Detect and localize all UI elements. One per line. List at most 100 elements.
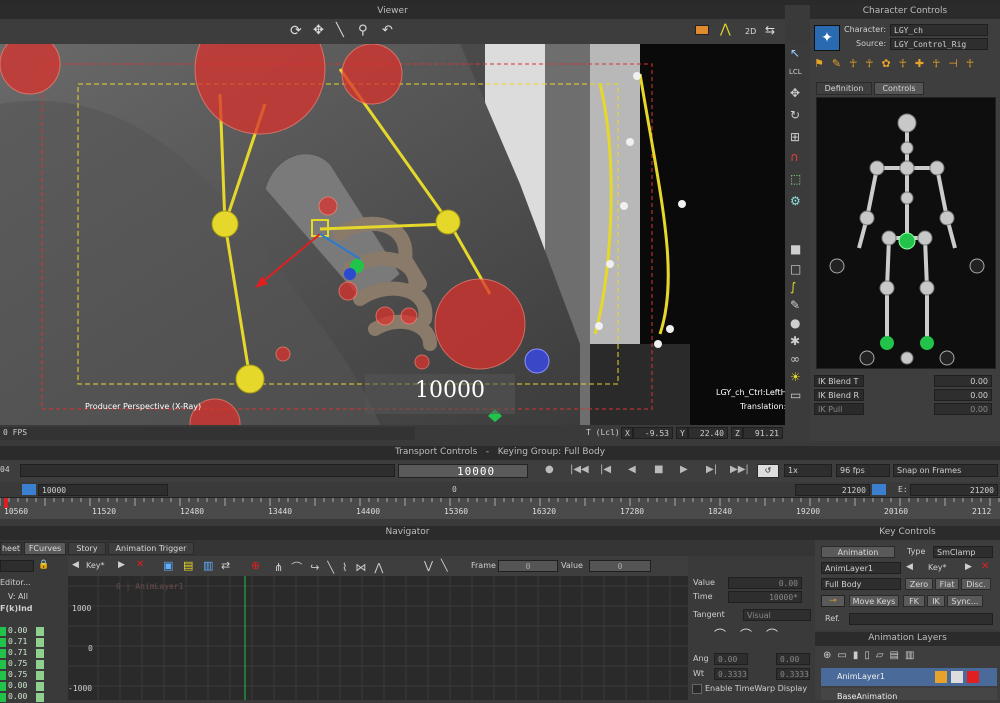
- side-value-row[interactable]: 0.75: [0, 670, 48, 681]
- ik-value[interactable]: 0.00: [934, 375, 992, 387]
- curve-display-icon[interactable]: ⋀: [720, 22, 731, 37]
- tab-sheet[interactable]: heet: [0, 542, 22, 555]
- zoom-icon[interactable]: ⚲: [358, 23, 368, 38]
- fit-view-icon[interactable]: ▣: [163, 559, 173, 572]
- sphere-icon[interactable]: ●: [790, 316, 800, 330]
- tangent-buttons[interactable]: ⌒⌒⌒: [714, 626, 809, 648]
- channel-toggle[interactable]: [36, 660, 44, 669]
- go-end-icon[interactable]: ▶▶|: [730, 464, 749, 475]
- range-end-icon[interactable]: [872, 484, 886, 495]
- frame-icon[interactable]: ▭: [790, 388, 801, 402]
- prop-time-field[interactable]: 10000*: [728, 591, 802, 603]
- range-end-field[interactable]: 21200: [795, 484, 870, 496]
- disc-button[interactable]: Disc.: [961, 578, 991, 590]
- channel-toggle[interactable]: [36, 671, 44, 680]
- frame-all-icon[interactable]: ▤: [183, 559, 193, 572]
- scale-tool-icon[interactable]: ⊞: [790, 130, 800, 144]
- character-figure-area[interactable]: [816, 97, 996, 369]
- brush-icon[interactable]: ✎: [790, 298, 800, 312]
- key-next-icon[interactable]: ▶: [965, 562, 972, 572]
- layer-lock-icon[interactable]: [935, 671, 947, 683]
- next-key-arrow-icon[interactable]: ▶: [118, 560, 125, 570]
- tab-animation-trigger[interactable]: Animation Trigger: [108, 542, 194, 555]
- magnet-icon[interactable]: ∩: [790, 150, 799, 164]
- keyframe-tool-icon[interactable]: ⬚: [790, 172, 801, 186]
- translate-tool-icon[interactable]: ✥: [790, 86, 800, 100]
- fps-select[interactable]: 96 fps: [836, 464, 890, 477]
- channel-toggle[interactable]: [36, 638, 44, 647]
- coord-y-field[interactable]: 22.40: [688, 427, 728, 439]
- next-key-icon[interactable]: ▶|: [706, 464, 717, 475]
- ang-left-field[interactable]: 0.00: [714, 653, 748, 665]
- tab-definition[interactable]: Definition: [816, 82, 872, 95]
- wt-left-field[interactable]: 0.3333: [714, 668, 748, 680]
- star-icon[interactable]: ✱: [790, 334, 800, 348]
- sun-icon[interactable]: ☀: [790, 370, 801, 384]
- side-dropdown[interactable]: [0, 560, 34, 572]
- prop-value-field[interactable]: 0.00: [728, 577, 802, 589]
- snap-icon[interactable]: ⇄: [221, 559, 230, 572]
- fk-button[interactable]: FK: [903, 595, 925, 607]
- orbit-icon[interactable]: ⟳: [290, 23, 302, 39]
- source-select[interactable]: LGY_Control_Rig: [890, 38, 988, 50]
- record-icon[interactable]: ●: [545, 464, 554, 475]
- take-select[interactable]: [20, 464, 395, 477]
- play-back-icon[interactable]: ◀: [628, 464, 636, 475]
- type-select[interactable]: SmClamp: [933, 546, 993, 558]
- timewarp-checkbox[interactable]: [692, 684, 702, 694]
- tab-fcurves[interactable]: FCurves: [24, 542, 66, 555]
- lock-icon[interactable]: 🔒: [38, 560, 49, 570]
- anim-layer-row-1[interactable]: AnimLayer1: [821, 668, 997, 686]
- zero-button[interactable]: Zero: [905, 578, 933, 590]
- fcurve-graph[interactable]: 0 | AnimLayer1 1000 0 -1000: [68, 576, 688, 700]
- loop-icon[interactable]: ↺: [757, 464, 779, 478]
- rotate-tool-icon[interactable]: ↻: [790, 108, 800, 122]
- key-icon[interactable]: ⊸: [821, 595, 845, 607]
- play-icon[interactable]: ▶: [680, 464, 688, 475]
- anim-layer-row-2[interactable]: BaseAnimation: [821, 688, 997, 700]
- coord-x-field[interactable]: -9.53: [633, 427, 673, 439]
- coord-z-field[interactable]: 91.21: [743, 427, 783, 439]
- side-value-row[interactable]: 0.00: [0, 626, 48, 637]
- go-start-icon[interactable]: |◀◀: [570, 464, 589, 475]
- rig-tool-icon[interactable]: ⚙: [790, 194, 801, 208]
- ik-button[interactable]: IK: [927, 595, 945, 607]
- side-value-row[interactable]: 0.71: [0, 637, 48, 648]
- side-value-row[interactable]: 0.75: [0, 659, 48, 670]
- range-start-field[interactable]: 10000: [38, 484, 168, 496]
- viewport[interactable]: 10000 Producer Perspective (X-Ray) LGY_c…: [0, 44, 785, 425]
- snap-select[interactable]: Snap on Frames: [893, 464, 998, 477]
- mode-2d-button[interactable]: 2D: [745, 27, 756, 36]
- prev-key-arrow-icon[interactable]: ◀: [72, 560, 79, 570]
- spline-icon[interactable]: ∫: [790, 280, 796, 294]
- layer-select[interactable]: AnimLayer1: [821, 562, 901, 574]
- select-tool-icon[interactable]: ↖: [790, 46, 800, 60]
- side-value-row[interactable]: 0.00: [0, 692, 48, 703]
- body-select[interactable]: Full Body: [821, 578, 901, 590]
- key-delete-icon[interactable]: ✕: [981, 561, 989, 572]
- ref-field[interactable]: [849, 613, 993, 625]
- current-frame-box[interactable]: 10000: [398, 464, 528, 478]
- key-prev-icon[interactable]: ◀: [906, 562, 913, 572]
- channel-toggle[interactable]: [36, 693, 44, 702]
- ang-right-field[interactable]: 0.00: [776, 653, 810, 665]
- tab-story[interactable]: Story: [68, 542, 106, 555]
- curve-tools-icons[interactable]: ⋁╲: [424, 559, 456, 572]
- speed-select[interactable]: 1x: [784, 464, 832, 477]
- link-icon[interactable]: ∞: [790, 352, 800, 366]
- layer-tools-icons[interactable]: ⊕▭▮▯▱▤▥: [823, 650, 920, 661]
- layer-solo-icon[interactable]: [951, 671, 963, 683]
- side-value-row[interactable]: 0.71: [0, 648, 48, 659]
- tab-controls[interactable]: Controls: [874, 82, 924, 95]
- sync-button[interactable]: Sync...: [947, 595, 983, 607]
- delete-key-icon[interactable]: ✕: [136, 559, 144, 570]
- playhead-marker[interactable]: [4, 498, 8, 508]
- prev-key-icon[interactable]: |◀: [600, 464, 611, 475]
- viewer-settings-icon[interactable]: ⇆: [765, 23, 775, 37]
- magic-wand-icon[interactable]: ╲: [336, 23, 344, 38]
- move-keys-button[interactable]: Move Keys: [849, 595, 899, 607]
- frame-selected-icon[interactable]: ▥: [203, 559, 213, 572]
- character-select[interactable]: LGY_ch: [890, 24, 988, 36]
- keyboard-icon[interactable]: [695, 25, 709, 35]
- animation-button[interactable]: Animation: [821, 546, 895, 558]
